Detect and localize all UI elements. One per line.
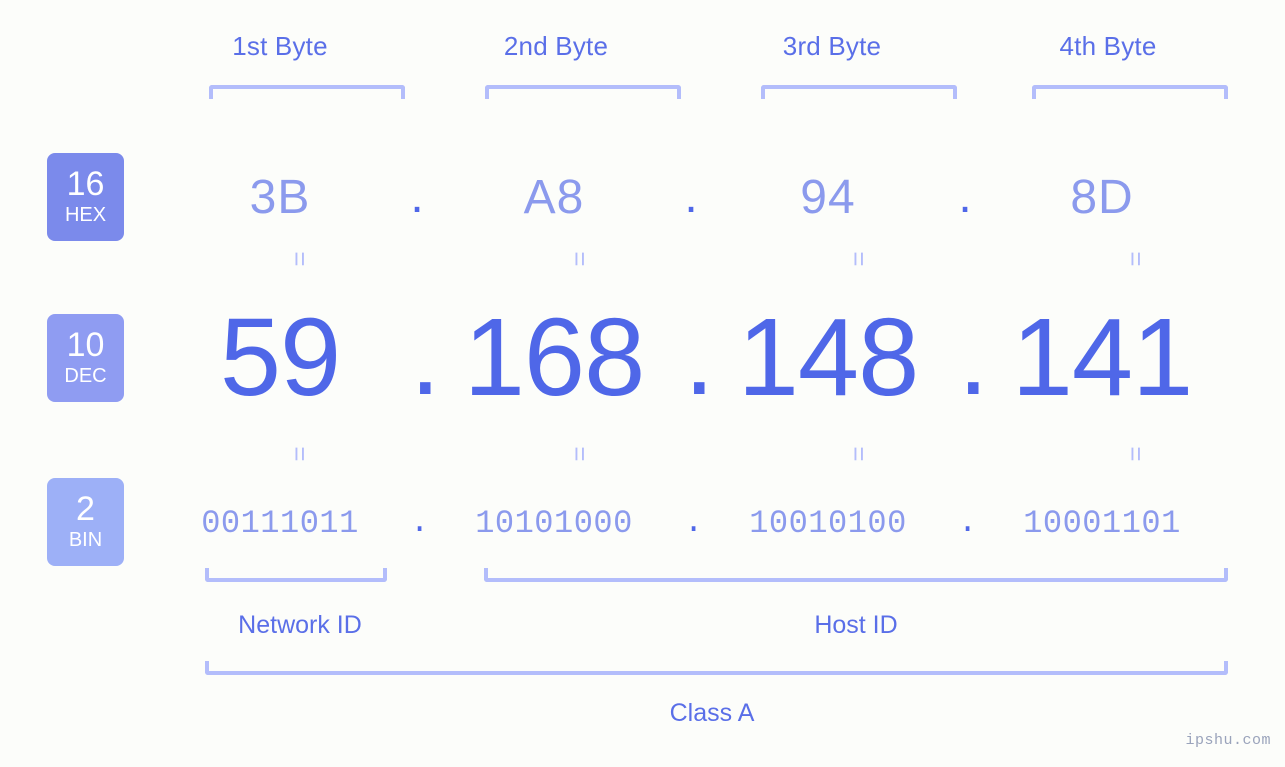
byte-bracket-1: [209, 85, 405, 99]
base-badge-dec: 10 DEC: [47, 314, 124, 402]
hex-value-row: 3B . A8 . 94 . 8D: [150, 152, 1245, 242]
byte-header-label-4: 4th Byte: [1059, 31, 1157, 61]
dec-value-row: 59 . 168 . 148 . 141: [150, 290, 1245, 425]
dec-octet-3: 148: [737, 295, 920, 419]
bin-dot-2: .: [684, 504, 704, 541]
host-id-label: Host ID: [814, 611, 898, 639]
dec-octet-2: 168: [463, 295, 646, 419]
dec-dot-3: .: [958, 295, 989, 419]
bin-dot-3: .: [958, 504, 978, 541]
byte-header-label-3: 3rd Byte: [782, 31, 882, 61]
base-badge-bin: 2 BIN: [47, 478, 124, 566]
base-badge-dec-abbr: DEC: [64, 364, 107, 387]
hex-octet-1: 3B: [249, 170, 311, 224]
byte-header-label-1: 1st Byte: [232, 31, 328, 61]
base-badge-bin-abbr: BIN: [68, 528, 103, 551]
base-badge-hex-abbr: HEX: [64, 203, 107, 226]
bin-octet-1: 00111011: [201, 504, 359, 542]
byte-bracket-4: [1032, 85, 1228, 99]
address-class-bracket: [205, 661, 1228, 675]
base-badge-hex-number: 16: [66, 165, 105, 204]
dec-octet-1: 59: [219, 295, 341, 419]
dec-dot-2: .: [684, 295, 715, 419]
host-id-bracket: [484, 568, 1228, 582]
bin-value-row: 00111011 . 10101000 . 10010100 . 1000110…: [150, 492, 1245, 554]
base-badge-dec-number: 10: [66, 326, 105, 365]
byte-bracket-3: [761, 85, 957, 99]
bin-octet-2: 10101000: [475, 504, 633, 542]
hex-dot-3: .: [958, 169, 972, 223]
hex-dot-1: .: [410, 169, 424, 223]
dec-octet-4: 141: [1011, 295, 1194, 419]
site-watermark: ipshu.com: [1185, 732, 1271, 749]
byte-header-label-2: 2nd Byte: [503, 31, 609, 61]
hex-octet-2: A8: [523, 170, 585, 224]
base-badge-bin-number: 2: [76, 490, 95, 529]
hex-octet-4: 8D: [1070, 170, 1134, 224]
network-id-label: Network ID: [238, 611, 362, 639]
hex-dot-2: .: [684, 169, 698, 223]
dec-dot-1: .: [410, 295, 441, 419]
ip-breakdown-diagram: 1st Byte 2nd Byte 3rd Byte 4th Byte 16 H…: [0, 0, 1285, 767]
bin-dot-1: .: [410, 504, 430, 541]
bin-octet-3: 10010100: [749, 504, 907, 542]
network-id-bracket: [205, 568, 387, 582]
hex-octet-3: 94: [800, 170, 856, 224]
address-class-label: Class A: [669, 699, 755, 727]
base-badge-hex: 16 HEX: [47, 153, 124, 241]
byte-bracket-2: [485, 85, 681, 99]
bin-octet-4: 10001101: [1023, 504, 1181, 542]
